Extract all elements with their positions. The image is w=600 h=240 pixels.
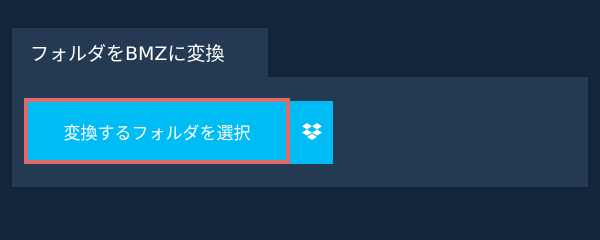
tab-label: フォルダをBMZに変換 (30, 43, 225, 65)
select-folder-label: 変換するフォルダを選択 (63, 123, 251, 144)
dropbox-icon (301, 122, 322, 144)
select-folder-button[interactable]: 変換するフォルダを選択 (24, 98, 290, 164)
tab-convert-folder[interactable]: フォルダをBMZに変換 (12, 28, 268, 77)
converter-widget: フォルダをBMZに変換 変換するフォルダを選択 (0, 0, 600, 230)
dropbox-button[interactable] (290, 101, 333, 164)
